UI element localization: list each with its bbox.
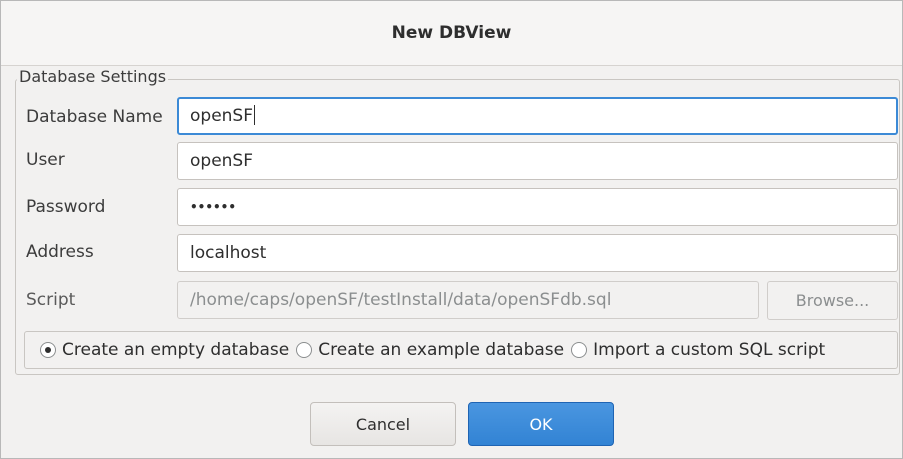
address-value: localhost xyxy=(190,243,267,263)
radio-empty-label: Create an empty database xyxy=(62,340,290,360)
database-creation-options: Create an empty database Create an examp… xyxy=(24,331,898,369)
radio-unselected-icon[interactable] xyxy=(296,342,313,358)
radio-example-database[interactable]: Create an example database xyxy=(296,340,564,360)
ok-button[interactable]: OK xyxy=(468,402,614,446)
radio-empty-database[interactable]: Create an empty database xyxy=(40,340,289,360)
password-input[interactable]: •••••• xyxy=(177,188,898,226)
ok-label: OK xyxy=(529,414,553,434)
new-dbview-dialog: New DBView Database Settings Database Na… xyxy=(0,0,903,459)
database-name-label: Database Name xyxy=(26,107,163,127)
user-label: User xyxy=(26,150,65,170)
radio-example-label: Create an example database xyxy=(318,340,565,360)
radio-custom-label: Import a custom SQL script xyxy=(593,340,826,360)
password-label: Password xyxy=(26,197,106,217)
radio-custom-sql[interactable]: Import a custom SQL script xyxy=(571,340,825,360)
script-label: Script xyxy=(26,290,76,310)
text-caret xyxy=(254,104,255,125)
dialog-title: New DBView xyxy=(391,23,512,43)
script-value: /home/caps/openSF/testInstall/data/openS… xyxy=(190,290,612,310)
user-value: openSF xyxy=(190,151,253,171)
address-input[interactable]: localhost xyxy=(177,234,898,272)
database-name-input[interactable]: openSF xyxy=(177,97,898,135)
browse-button: Browse... xyxy=(767,281,898,320)
password-value: •••••• xyxy=(190,200,237,214)
radio-selected-icon[interactable] xyxy=(40,342,56,358)
database-name-value: openSF xyxy=(190,106,253,126)
script-input: /home/caps/openSF/testInstall/data/openS… xyxy=(177,281,759,319)
title-bar[interactable]: New DBView xyxy=(1,1,902,66)
group-label: Database Settings xyxy=(17,67,169,86)
cancel-label: Cancel xyxy=(355,414,411,434)
address-label: Address xyxy=(26,242,94,262)
radio-unselected-icon[interactable] xyxy=(571,342,588,358)
user-input[interactable]: openSF xyxy=(177,142,898,180)
cancel-button[interactable]: Cancel xyxy=(310,402,456,446)
browse-label: Browse... xyxy=(795,291,870,310)
